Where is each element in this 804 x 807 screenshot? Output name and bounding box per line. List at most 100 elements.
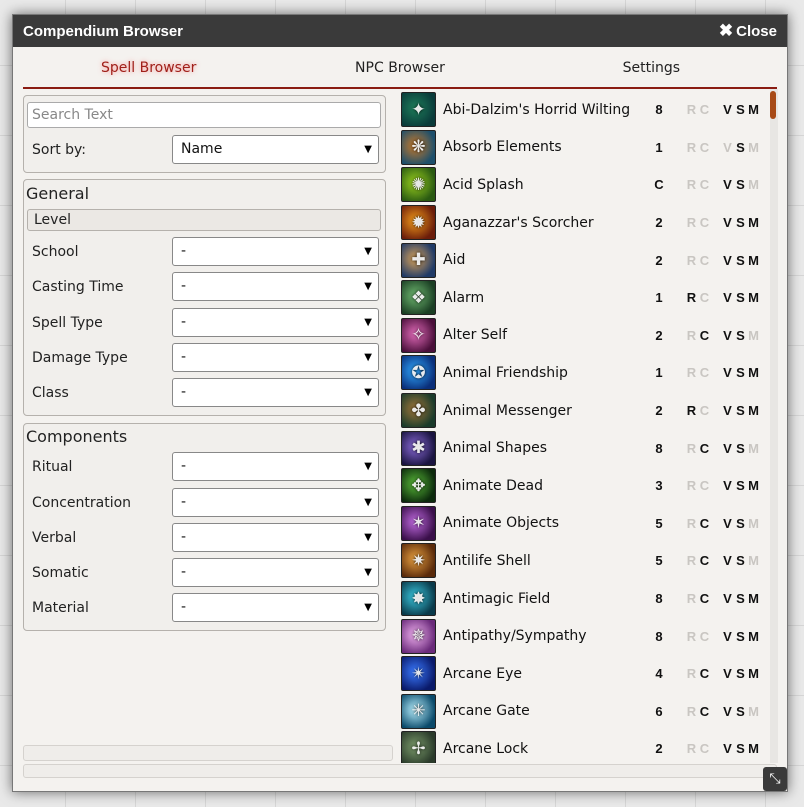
spell-row[interactable]: ✴ Arcane Eye 4 R C V S M bbox=[401, 655, 761, 693]
component-flag-v: V bbox=[723, 365, 732, 381]
component-flag-m: M bbox=[748, 741, 759, 757]
component-flag-c: C bbox=[699, 290, 710, 306]
filter-value: - bbox=[181, 384, 187, 400]
spell-row[interactable]: ✶ Animate Objects 5 R C V S M bbox=[401, 505, 761, 543]
spell-row[interactable]: ✪ Animal Friendship 1 R C V S M bbox=[401, 354, 761, 392]
spell-glyph-icon: ✪ bbox=[411, 362, 426, 383]
resize-handle[interactable]: ⤡ bbox=[763, 767, 787, 791]
spell-row[interactable]: ✵ Antipathy/Sympathy 8 R C V S M bbox=[401, 617, 761, 655]
component-flag-m: M bbox=[748, 478, 759, 494]
filter-select-somatic[interactable]: - ▼ bbox=[172, 558, 379, 587]
close-button[interactable]: ✖ Close bbox=[719, 21, 777, 41]
component-flag-r: R bbox=[686, 628, 697, 644]
filter-select-material[interactable]: - ▼ bbox=[172, 593, 379, 622]
search-input[interactable] bbox=[27, 102, 381, 128]
component-flag-s: S bbox=[736, 215, 745, 231]
component-flag-v: V bbox=[723, 252, 732, 268]
tab-npc-browser[interactable]: NPC Browser bbox=[274, 59, 525, 87]
filter-select-spell-type[interactable]: - ▼ bbox=[172, 308, 379, 337]
component-flag-v: V bbox=[723, 666, 732, 682]
component-flag-m: M bbox=[748, 102, 759, 118]
component-flag-m: M bbox=[748, 628, 759, 644]
component-flag-c: C bbox=[699, 440, 710, 456]
spell-icon: ✥ bbox=[401, 468, 436, 504]
spell-level: 2 bbox=[655, 327, 663, 343]
spell-row[interactable]: ✤ Animal Messenger 2 R C V S M bbox=[401, 392, 761, 430]
component-flag-s: S bbox=[736, 139, 745, 155]
component-flag-c: C bbox=[699, 215, 710, 231]
chevron-down-icon: ▼ bbox=[364, 352, 372, 363]
filter-value: - bbox=[181, 458, 187, 474]
filter-label-casting-time: Casting Time bbox=[32, 279, 124, 295]
tab-spell-browser[interactable]: Spell Browser bbox=[23, 59, 274, 87]
filter-select-casting-time[interactable]: - ▼ bbox=[172, 272, 379, 301]
window-titlebar[interactable]: Compendium Browser ✖ Close bbox=[13, 15, 787, 47]
spell-row[interactable]: ✢ Arcane Lock 2 R C V S M bbox=[401, 730, 761, 763]
tab-settings[interactable]: Settings bbox=[526, 59, 777, 87]
component-flag-s: S bbox=[736, 553, 745, 569]
spell-name: Absorb Elements bbox=[443, 139, 562, 156]
filter-select-ritual[interactable]: - ▼ bbox=[172, 452, 379, 481]
component-flag-s: S bbox=[736, 327, 745, 343]
component-flag-m: M bbox=[748, 252, 759, 268]
spell-row[interactable]: ✹ Aganazzar's Scorcher 2 R C V S M bbox=[401, 204, 761, 242]
chevron-down-icon: ▼ bbox=[364, 532, 372, 543]
spell-glyph-icon: ✴ bbox=[411, 663, 426, 684]
spell-row[interactable]: ✸ Antimagic Field 8 R C V S M bbox=[401, 580, 761, 618]
spell-row[interactable]: ✷ Antilife Shell 5 R C V S M bbox=[401, 542, 761, 580]
component-flag-r: R bbox=[686, 327, 697, 343]
spell-glyph-icon: ✱ bbox=[411, 438, 426, 459]
spell-name: Alter Self bbox=[443, 327, 508, 344]
spell-icon: ✢ bbox=[401, 731, 436, 763]
filter-value: - bbox=[181, 494, 187, 510]
component-flag-v: V bbox=[723, 139, 732, 155]
sort-select[interactable]: Name ▼ bbox=[172, 135, 379, 164]
component-flag-c: C bbox=[699, 741, 710, 757]
component-flag-c: C bbox=[699, 515, 710, 531]
spell-row[interactable]: ✧ Alter Self 2 R C V S M bbox=[401, 317, 761, 355]
compendium-window: Compendium Browser ✖ Close Spell Browser… bbox=[12, 14, 788, 792]
spell-glyph-icon: ✥ bbox=[411, 475, 426, 496]
spell-row[interactable]: ❖ Alarm 1 R C V S M bbox=[401, 279, 761, 317]
spell-list-scrollbar[interactable] bbox=[770, 89, 778, 763]
spell-icon: ✷ bbox=[401, 543, 436, 579]
filter-value: - bbox=[181, 529, 187, 545]
component-flag-m: M bbox=[748, 591, 759, 607]
filter-select-class[interactable]: - ▼ bbox=[172, 378, 379, 407]
spell-name: Arcane Eye bbox=[443, 665, 522, 682]
filter-label-damage-type: Damage Type bbox=[32, 350, 128, 366]
spell-row[interactable]: ✥ Animate Dead 3 R C V S M bbox=[401, 467, 761, 505]
spell-icon: ✴ bbox=[401, 656, 436, 692]
component-flag-s: S bbox=[736, 177, 745, 193]
component-flag-c: C bbox=[699, 403, 710, 419]
component-flag-r: R bbox=[686, 290, 697, 306]
spell-icon: ✳ bbox=[401, 693, 436, 729]
spell-row[interactable]: ✺ Acid Splash C R C V S M bbox=[401, 166, 761, 204]
scroll-thumb[interactable] bbox=[770, 91, 776, 119]
level-filter-header[interactable]: Level bbox=[27, 209, 381, 231]
component-flag-s: S bbox=[736, 515, 745, 531]
spell-row[interactable]: ✦ Abi-Dalzim's Horrid Wilting 8 R C V S M bbox=[401, 91, 761, 129]
spell-row[interactable]: ✳ Arcane Gate 6 R C V S M bbox=[401, 693, 761, 731]
component-flag-v: V bbox=[723, 290, 732, 306]
filter-select-concentration[interactable]: - ▼ bbox=[172, 488, 379, 517]
spell-glyph-icon: ❖ bbox=[410, 287, 427, 308]
window-title: Compendium Browser bbox=[23, 22, 184, 40]
spell-level: 8 bbox=[655, 440, 663, 456]
spell-row[interactable]: ✚ Aid 2 R C V S M bbox=[401, 241, 761, 279]
spell-glyph-icon: ✢ bbox=[411, 738, 426, 759]
filter-value: - bbox=[181, 564, 187, 580]
component-flag-m: M bbox=[748, 215, 759, 231]
spell-name: Antimagic Field bbox=[443, 590, 551, 607]
spell-row[interactable]: ✱ Animal Shapes 8 R C V S M bbox=[401, 429, 761, 467]
component-flag-r: R bbox=[686, 553, 697, 569]
filter-select-verbal[interactable]: - ▼ bbox=[172, 523, 379, 552]
spell-glyph-icon: ✸ bbox=[411, 588, 426, 609]
spell-row[interactable]: ❋ Absorb Elements 1 R C V S M bbox=[401, 129, 761, 167]
component-flag-c: C bbox=[699, 327, 710, 343]
filter-select-school[interactable]: - ▼ bbox=[172, 237, 379, 266]
filter-select-damage-type[interactable]: - ▼ bbox=[172, 343, 379, 372]
component-flag-r: R bbox=[686, 703, 697, 719]
spell-level: 2 bbox=[655, 741, 663, 757]
component-flag-c: C bbox=[699, 102, 710, 118]
